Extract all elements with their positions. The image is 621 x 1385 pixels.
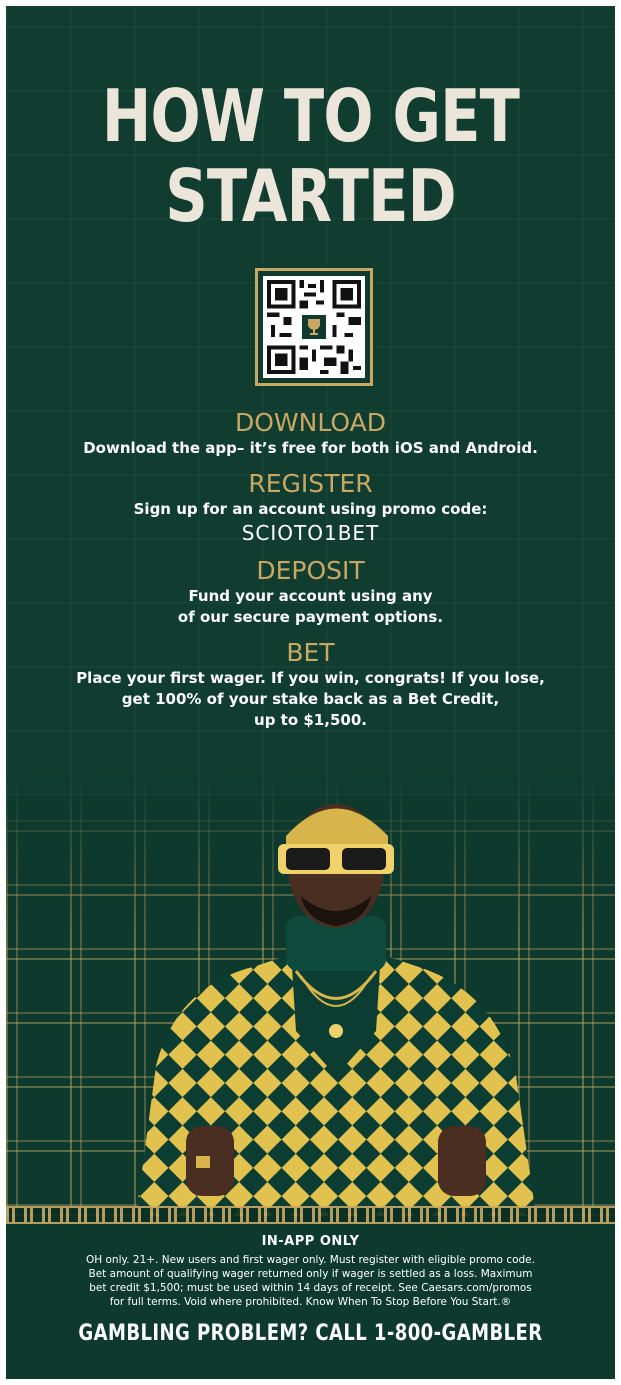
qr-code-frame[interactable] <box>255 268 373 386</box>
steps-list: DOWNLOAD Download the app– it’s free for… <box>6 408 615 741</box>
title-line-1: HOW TO GET <box>101 74 520 158</box>
step-description: get 100% of your stake back as a Bet Cre… <box>121 690 500 708</box>
step-description: up to $1,500. <box>254 711 367 729</box>
disclaimer-line: for full terms. Void where prohibited. K… <box>109 1296 512 1308</box>
step-download: DOWNLOAD Download the app– it’s free for… <box>6 408 615 459</box>
step-title: DOWNLOAD <box>235 408 386 437</box>
step-description: Fund your account using any <box>188 587 433 605</box>
disclaimer: OH only. 21+. New users and first wager … <box>31 1253 591 1309</box>
promo-code: SCIOTO1BET <box>241 521 380 545</box>
step-title: REGISTER <box>248 469 373 498</box>
spokesperson-photo <box>136 804 536 1216</box>
disclaimer-line: bet credit $1,500; must be used within 1… <box>89 1282 532 1294</box>
footer: IN-APP ONLY OH only. 21+. New users and … <box>6 1224 615 1379</box>
page-title: HOW TO GET STARTED <box>61 76 560 236</box>
in-app-only-label: IN-APP ONLY <box>261 1234 360 1249</box>
step-register: REGISTER Sign up for an account using pr… <box>6 469 615 546</box>
step-description: Sign up for an account using promo code: <box>133 500 488 518</box>
greek-key-border <box>6 1206 615 1224</box>
step-description: Download the app– it’s free for both iOS… <box>83 439 538 457</box>
promo-flyer: HOW TO GET STARTED DOWNLOAD Download the… <box>6 6 615 1379</box>
disclaimer-line: OH only. 21+. New users and first wager … <box>86 1254 535 1266</box>
qr-code-icon <box>263 276 365 378</box>
step-title: BET <box>286 638 335 667</box>
gambling-helpline: GAMBLING PROBLEM? CALL 1-800-GAMBLER <box>78 1321 543 1346</box>
step-description: of our secure payment options. <box>177 608 444 626</box>
step-deposit: DEPOSIT Fund your account using any of o… <box>6 556 615 628</box>
step-bet: BET Place your first wager. If you win, … <box>6 638 615 731</box>
disclaimer-line: Bet amount of qualifying wager returned … <box>88 1268 533 1280</box>
step-title: DEPOSIT <box>256 556 365 585</box>
title-line-2: STARTED <box>165 154 456 238</box>
step-description: Place your first wager. If you win, cong… <box>76 669 545 687</box>
